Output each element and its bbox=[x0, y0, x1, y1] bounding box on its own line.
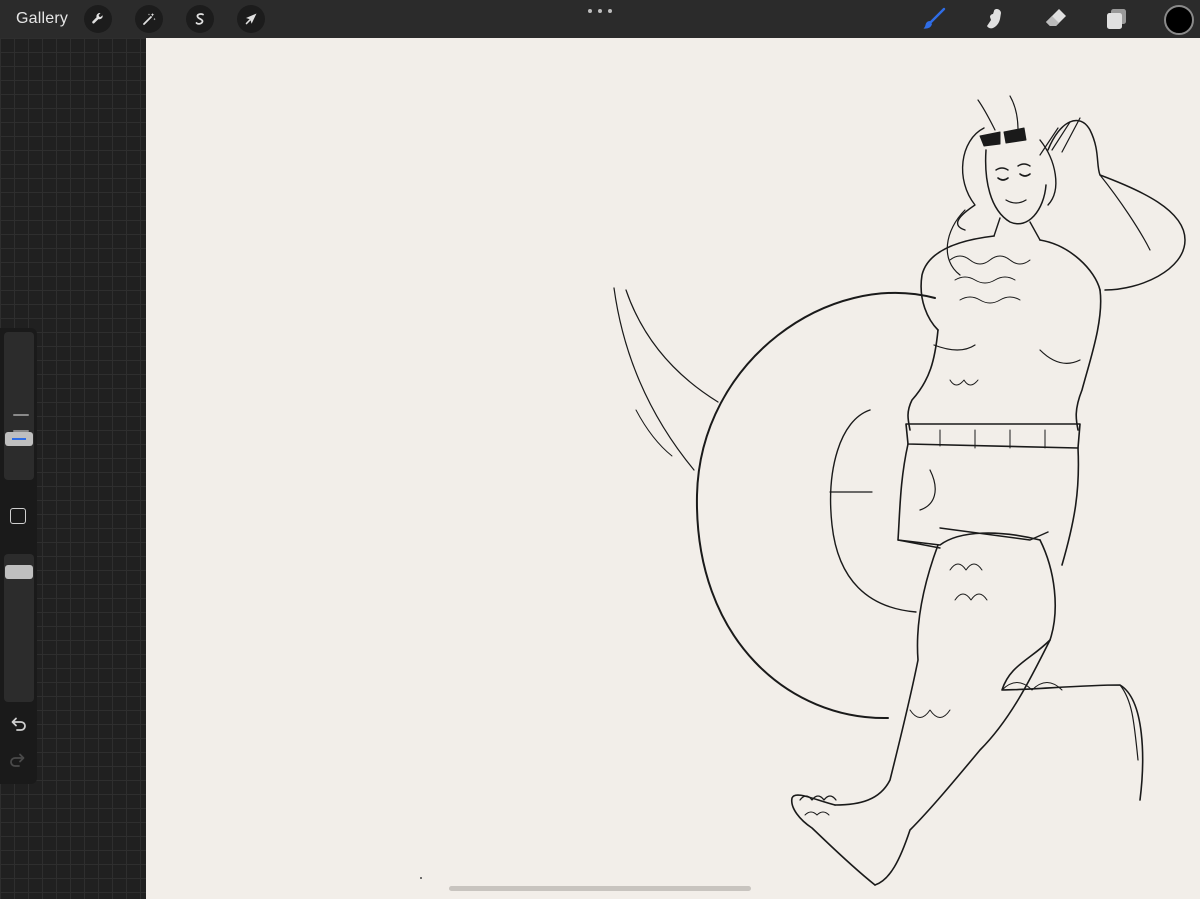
top-toolbar: Gallery bbox=[0, 0, 1200, 38]
home-indicator bbox=[449, 886, 751, 891]
brush-icon[interactable] bbox=[920, 5, 948, 33]
square-icon[interactable] bbox=[10, 508, 26, 524]
opacity-thumb[interactable] bbox=[5, 565, 33, 579]
gallery-button[interactable]: Gallery bbox=[16, 10, 68, 28]
redo-icon[interactable] bbox=[8, 750, 28, 770]
eraser-icon[interactable] bbox=[1042, 5, 1070, 33]
line-art-drawing bbox=[420, 95, 1186, 886]
brush-size-thumb[interactable] bbox=[5, 432, 33, 446]
wrench-icon[interactable] bbox=[84, 5, 112, 33]
smudge-finger-icon[interactable] bbox=[980, 5, 1008, 33]
ellipsis-icon[interactable] bbox=[588, 7, 612, 15]
arrow-cursor-icon[interactable] bbox=[237, 5, 265, 33]
opacity-slider[interactable] bbox=[4, 554, 34, 702]
undo-icon[interactable] bbox=[8, 714, 28, 734]
brush-size-slider[interactable] bbox=[4, 332, 34, 480]
magic-wand-icon[interactable] bbox=[135, 5, 163, 33]
selection-s-icon[interactable] bbox=[186, 5, 214, 33]
drawing-canvas[interactable] bbox=[146, 38, 1200, 899]
sidebar bbox=[0, 328, 37, 784]
color-picker-swatch[interactable] bbox=[1164, 5, 1194, 35]
brush-size-indicator bbox=[12, 438, 26, 440]
layers-icon[interactable] bbox=[1103, 5, 1131, 33]
slider-tick bbox=[13, 414, 29, 416]
